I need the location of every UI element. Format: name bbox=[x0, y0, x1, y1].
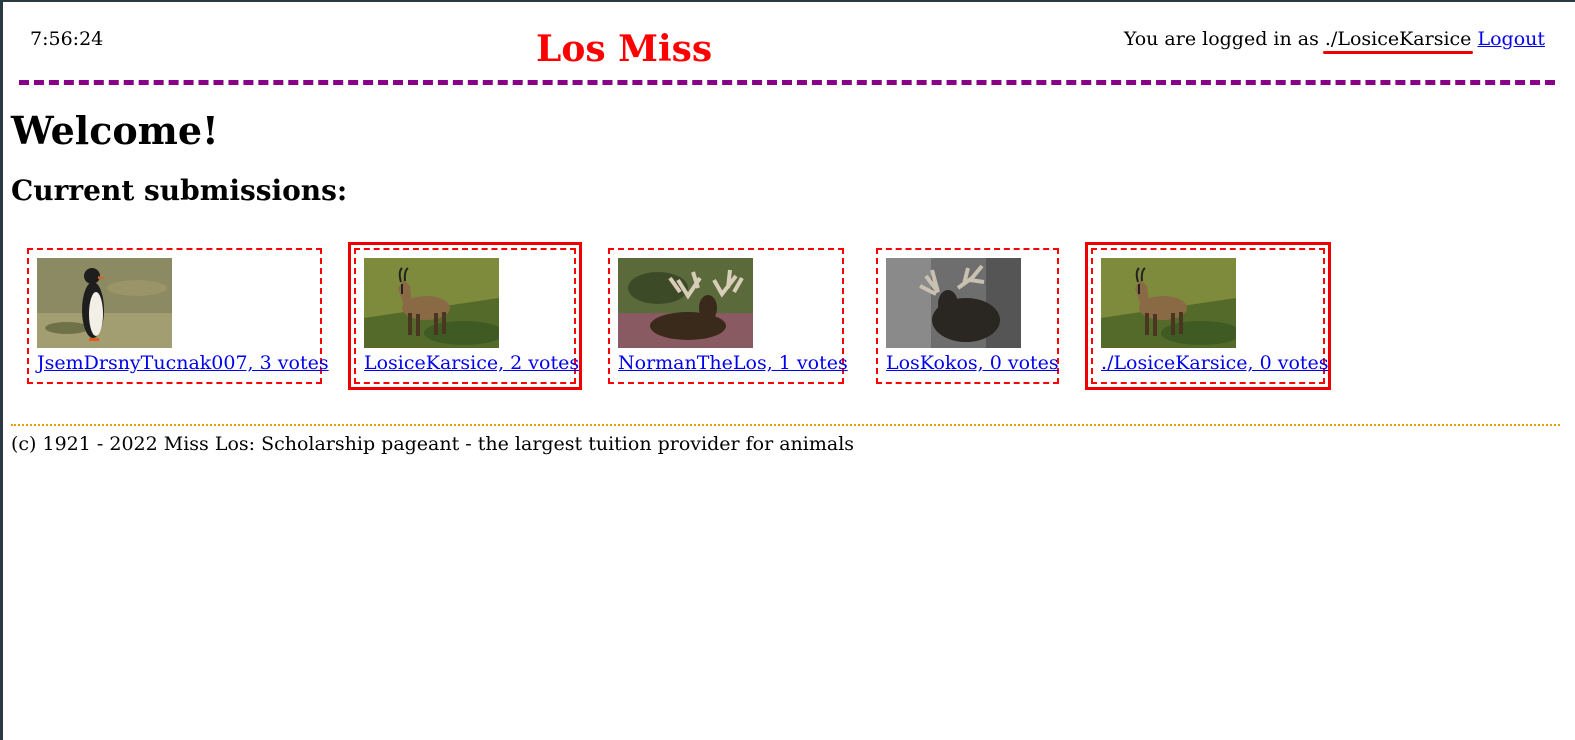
submission-card: LosKokos, 0 votes bbox=[876, 248, 1059, 384]
moose-bw-photo[interactable] bbox=[886, 258, 1021, 348]
penguin-photo[interactable] bbox=[37, 258, 172, 348]
footer-text: (c) 1921 - 2022 Miss Los: Scholarship pa… bbox=[11, 433, 855, 455]
moose-lying-photo[interactable] bbox=[618, 258, 753, 348]
login-info: You are logged in as ./LosiceKarsice Log… bbox=[1123, 28, 1545, 54]
logout-link[interactable]: Logout bbox=[1477, 28, 1545, 50]
submission-link[interactable]: LosiceKarsice, 2 votes bbox=[364, 352, 579, 374]
submission-link[interactable]: NormanTheLos, 1 votes bbox=[618, 352, 848, 374]
footer-divider bbox=[11, 424, 1560, 426]
submission-card: NormanTheLos, 1 votes bbox=[608, 248, 848, 384]
submission-card: JsemDrsnyTucnak007, 3 votes bbox=[27, 248, 329, 384]
page-header: 7:56:24 Los Miss You are logged in as ./… bbox=[19, 16, 1555, 86]
login-prefix: You are logged in as bbox=[1123, 28, 1319, 50]
header-divider bbox=[19, 80, 1555, 85]
clock: 7:56:24 bbox=[30, 28, 104, 50]
welcome-heading: Welcome! bbox=[11, 108, 219, 153]
submission-link[interactable]: JsemDrsnyTucnak007, 3 votes bbox=[37, 352, 329, 374]
submission-link[interactable]: LosKokos, 0 votes bbox=[886, 352, 1059, 374]
chamois-photo[interactable] bbox=[1101, 258, 1236, 348]
submission-card-highlighted: LosiceKarsice, 2 votes bbox=[348, 242, 582, 390]
submission-card-highlighted: ./LosiceKarsice, 0 votes bbox=[1085, 242, 1331, 390]
submissions-heading: Current submissions: bbox=[11, 174, 348, 207]
submission-link[interactable]: ./LosiceKarsice, 0 votes bbox=[1101, 352, 1329, 374]
logged-in-username: ./LosiceKarsice bbox=[1322, 28, 1473, 54]
window-top-border bbox=[0, 0, 1575, 2]
chamois-photo[interactable] bbox=[364, 258, 499, 348]
site-title: Los Miss bbox=[536, 28, 713, 70]
window-left-border bbox=[0, 0, 3, 740]
